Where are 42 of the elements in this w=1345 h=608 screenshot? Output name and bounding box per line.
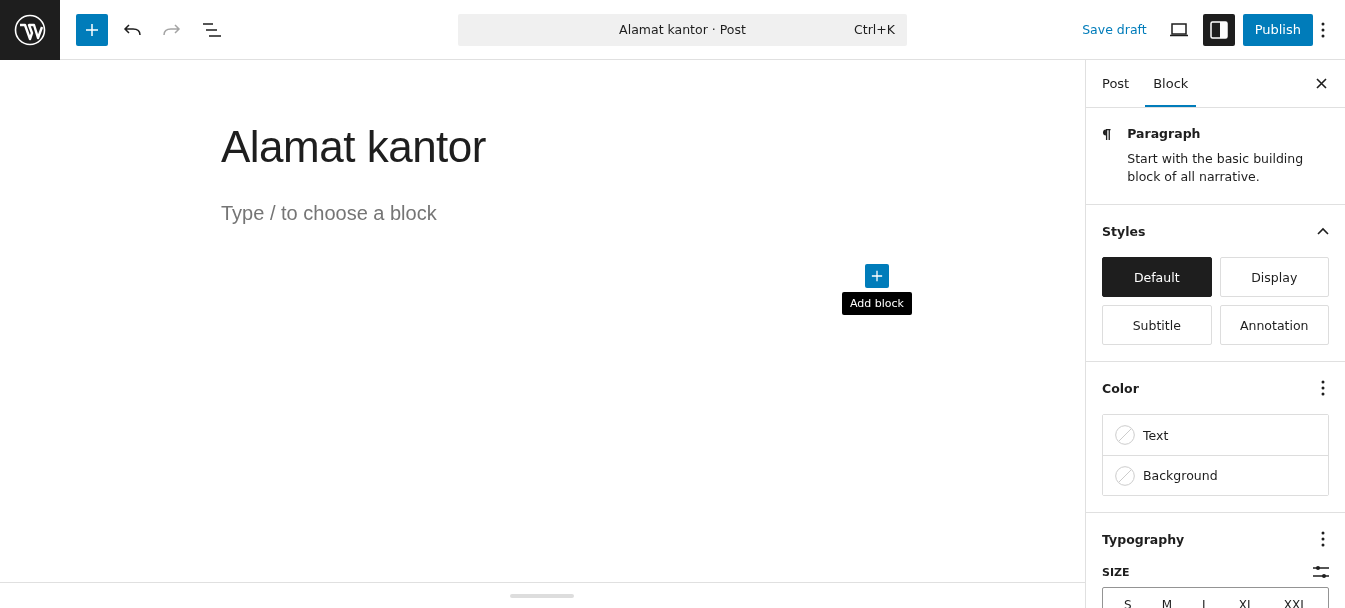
more-icon [1321,21,1325,38]
post-title[interactable]: Alamat kantor [221,122,486,172]
list-icon [203,22,221,37]
undo-icon [123,23,141,36]
logo-icon [14,14,46,46]
empty-swatch-icon [1115,425,1135,445]
save-draft-link[interactable]: Save draft [1074,22,1155,37]
tooltip: Add block [842,292,912,315]
publish-button[interactable]: Publish [1242,13,1313,46]
style-option[interactable]: Display [1219,257,1329,297]
more-icon [1321,380,1325,396]
sidebar-tab[interactable]: Post [1094,60,1138,107]
collapse-toggle[interactable] [1317,227,1329,235]
panel-title: Typography [1102,531,1185,547]
sliders-icon[interactable] [1313,565,1329,579]
sidebar-icon [1209,20,1228,39]
pilcrow-icon [1102,126,1112,143]
command-bar[interactable]: Alamat kantor · Post Ctrl+K [458,13,907,46]
redo-icon [163,23,181,36]
style-option[interactable]: Default [1102,257,1212,297]
more-icon [1321,531,1325,547]
resize-handle[interactable] [509,593,574,598]
block-description: Start with the basic building block of all narrative. [1127,150,1305,186]
plus-icon [871,270,883,282]
block-placeholder[interactable]: Type / to choose a block [221,202,437,225]
panel-title: Color [1102,380,1139,396]
settings-button[interactable] [1202,13,1235,46]
sidebar-tab[interactable]: Block [1145,60,1197,107]
size-label: SIZE [1102,565,1130,579]
inline-add-button[interactable] [865,264,889,288]
close-icon [1315,78,1327,89]
empty-swatch-icon [1115,465,1135,486]
wordpress-logo[interactable] [0,0,60,60]
block-name: Paragraph [1127,126,1202,141]
chevron-icon [1317,227,1329,235]
style-option[interactable]: Annotation [1219,305,1329,345]
add-block-button[interactable] [76,13,108,46]
color-item[interactable]: Background [1103,455,1328,495]
laptop-icon [1168,22,1189,37]
plus-icon [85,22,99,37]
panel-title: Styles [1102,223,1146,239]
style-option[interactable]: Subtitle [1102,305,1212,345]
